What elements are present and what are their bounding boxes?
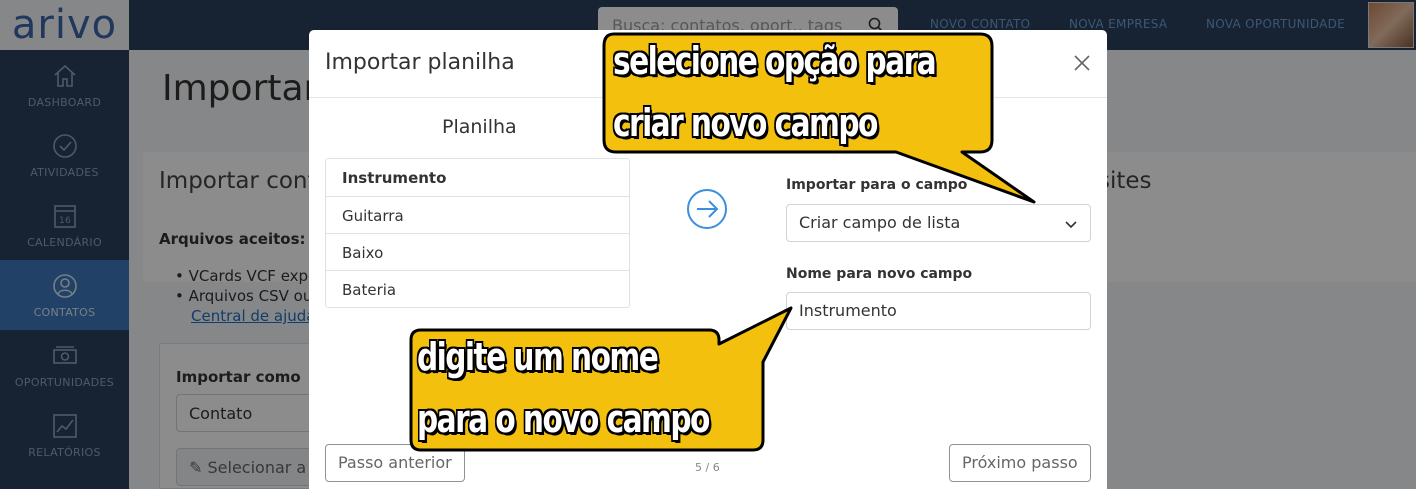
modal-title: Importar planilha bbox=[325, 50, 515, 75]
new-field-name-input[interactable]: Instrumento bbox=[786, 292, 1091, 330]
callout-bottom: digite um nome para o novo campo bbox=[405, 300, 795, 456]
table-row: Guitarra bbox=[326, 196, 629, 233]
callout-top: selecione opção para criar novo campo bbox=[600, 30, 1040, 210]
close-icon[interactable] bbox=[1071, 52, 1093, 74]
table-row: Instrumento bbox=[342, 169, 447, 187]
callout-top-line-1: selecione opção para bbox=[613, 39, 937, 83]
callout-bottom-line-2: para o novo campo bbox=[417, 397, 710, 441]
sheet-table: Instrumento Guitarra Baixo Bateria bbox=[325, 158, 630, 308]
chevron-down-icon bbox=[1065, 221, 1077, 229]
callout-top-line-2: criar novo campo bbox=[613, 101, 878, 145]
import-to-value: Criar campo de lista bbox=[799, 213, 961, 232]
sheet-title: Planilha bbox=[442, 116, 517, 138]
new-field-label: Nome para novo campo bbox=[786, 266, 973, 282]
step-indicator: 5 / 6 bbox=[695, 461, 720, 474]
table-row: Baixo bbox=[326, 233, 629, 270]
callout-bottom-line-1: digite um nome bbox=[417, 335, 659, 379]
next-step-button[interactable]: Próximo passo bbox=[949, 444, 1091, 482]
